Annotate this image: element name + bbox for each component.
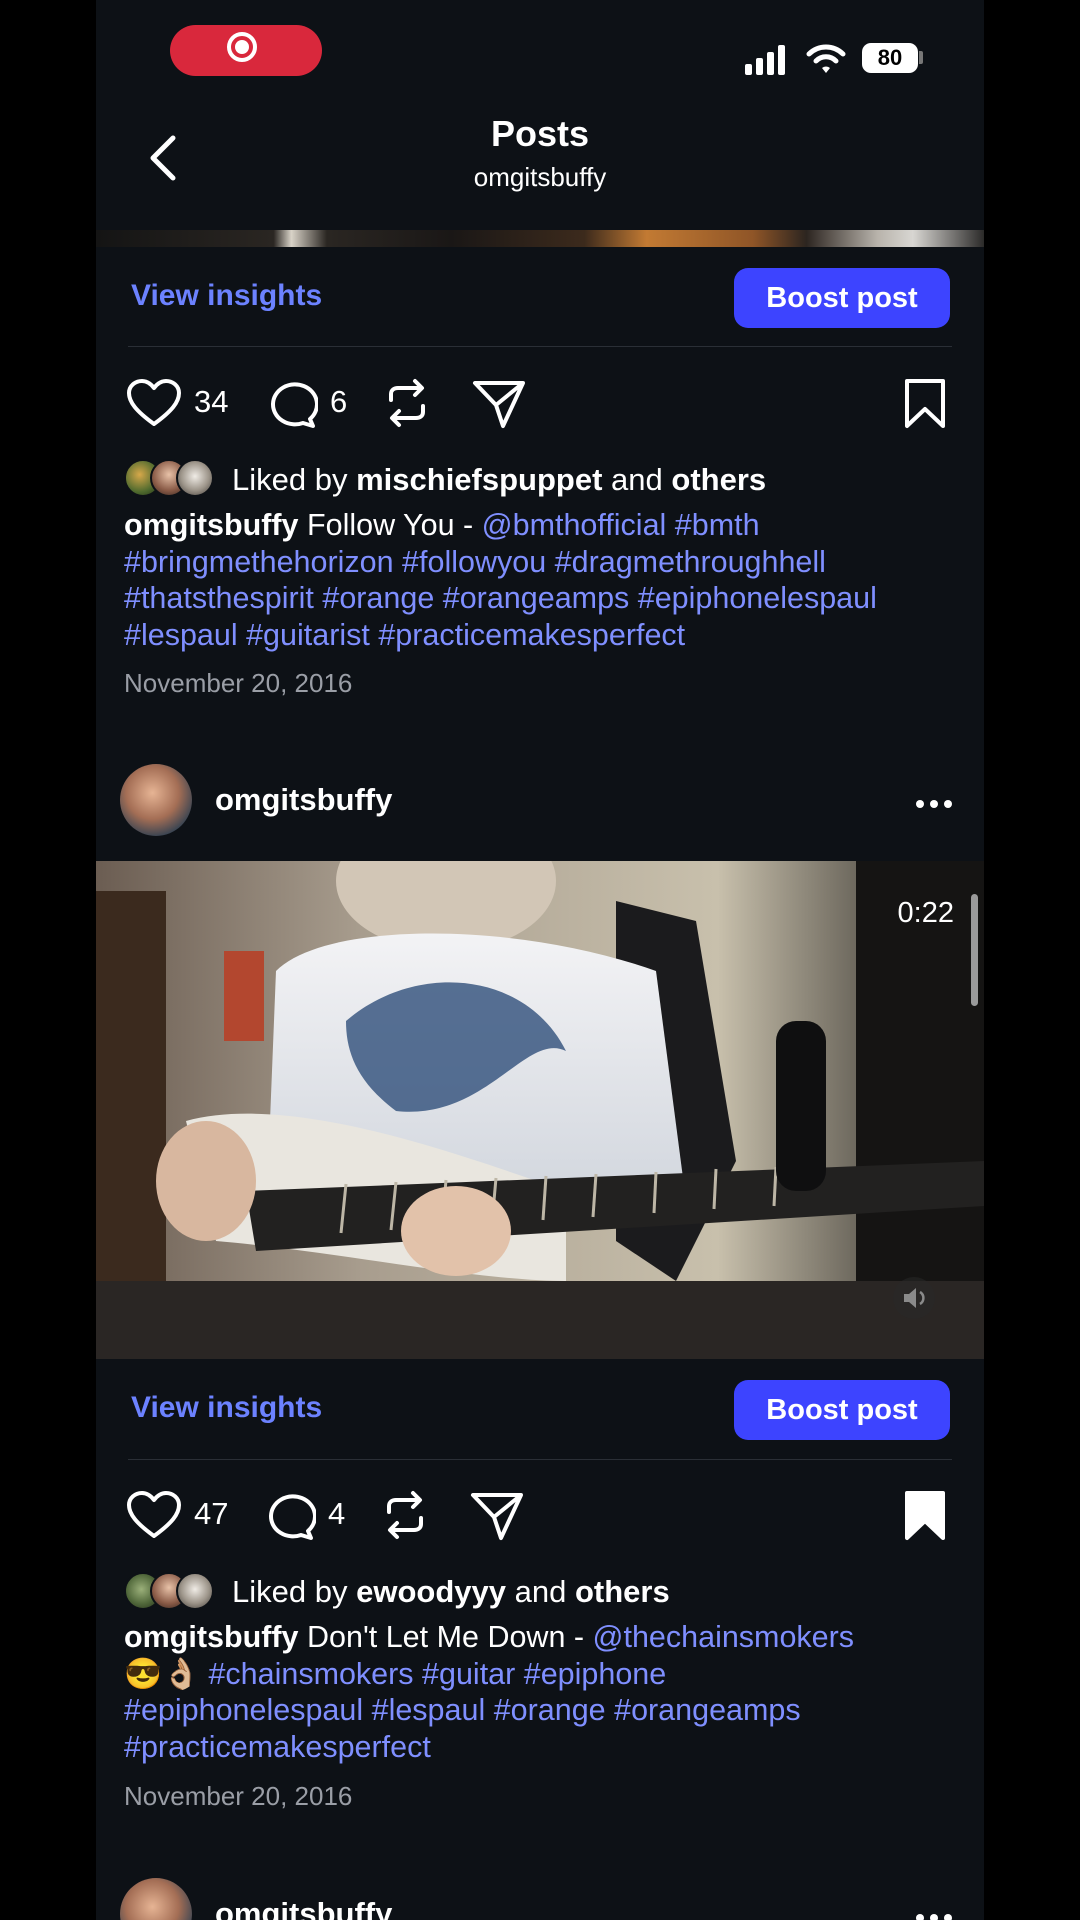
caption-tags[interactable]: #practicemakesperfect [124, 1729, 964, 1766]
battery-indicator: 80 [862, 43, 918, 73]
page-title: Posts [490, 113, 590, 154]
bookmark-saved-icon[interactable] [903, 1490, 947, 1542]
like-count: 47 [194, 1496, 229, 1531]
share-send-icon[interactable] [472, 378, 526, 430]
like-heart-icon[interactable] [126, 378, 182, 428]
caption-tags[interactable]: #thatsthespirit #orange #orangeamps #epi… [124, 580, 964, 617]
battery-nub [919, 51, 923, 64]
liked-by-prefix: Liked by [232, 462, 348, 497]
post-author-username[interactable]: omgitsbuffy [215, 1896, 392, 1920]
post-video[interactable] [96, 861, 984, 1359]
post-date: November 20, 2016 [124, 1781, 353, 1811]
post-caption: omgitsbuffy Follow You - @bmthofficial #… [124, 507, 964, 653]
like-count: 34 [194, 384, 229, 419]
liked-by-and: and [611, 462, 663, 497]
page-subtitle: omgitsbuffy [473, 162, 607, 192]
screen-recording-indicator[interactable] [170, 25, 322, 76]
liked-by-others[interactable]: others [671, 462, 766, 497]
divider [128, 1459, 952, 1460]
post-date: November 20, 2016 [124, 668, 353, 698]
more-options-icon[interactable] [916, 1909, 958, 1920]
comment-bubble-icon[interactable] [264, 1490, 316, 1542]
liked-by-text[interactable]: Liked by ewoodyyy and others [232, 1574, 670, 1610]
record-dot [235, 40, 249, 54]
more-options-icon[interactable] [916, 795, 958, 813]
liked-by-and: and [514, 1574, 567, 1609]
boost-post-button[interactable]: Boost post [734, 1380, 950, 1440]
video-frame [96, 861, 984, 1359]
caption-tags[interactable]: #bringmethehorizon #followyou #dragmethr… [124, 544, 964, 581]
divider [128, 346, 952, 347]
caption-username[interactable]: omgitsbuffy [124, 1620, 299, 1654]
like-heart-icon[interactable] [126, 1490, 182, 1540]
avatar [176, 1572, 214, 1610]
caption-emoji: 😎👌🏼 [124, 1656, 200, 1691]
liked-by-others[interactable]: others [575, 1574, 670, 1609]
caption-tags[interactable]: @bmthofficial #bmth [482, 508, 760, 542]
cellular-signal-icon [745, 45, 785, 75]
caption-tags[interactable]: #lespaul #guitarist #practicemakesperfec… [124, 617, 964, 654]
caption-mention[interactable]: @thechainsmokers [593, 1620, 855, 1654]
video-duration: 0:22 [897, 897, 954, 929]
liked-by-text[interactable]: Liked by mischiefspuppet and others [232, 462, 766, 498]
avatar [176, 459, 214, 497]
post-media-image[interactable] [96, 230, 984, 247]
scrollbar[interactable] [971, 894, 978, 1006]
repost-icon[interactable] [381, 1490, 429, 1540]
wifi-icon [806, 44, 846, 73]
post-author-username[interactable]: omgitsbuffy [215, 782, 392, 818]
post-caption: omgitsbuffy Don't Let Me Down - @thechai… [124, 1619, 964, 1765]
caption-tags[interactable]: #epiphonelespaul #lespaul #orange #orang… [124, 1692, 964, 1729]
speaker-volume-icon[interactable] [892, 1276, 936, 1320]
author-avatar[interactable] [120, 764, 192, 836]
share-send-icon[interactable] [470, 1490, 524, 1542]
comment-count: 4 [328, 1496, 346, 1531]
liked-by-user[interactable]: ewoodyyy [356, 1574, 506, 1609]
caption-text: Don't Let Me Down - [307, 1620, 585, 1654]
view-insights-link[interactable]: View insights [131, 1391, 322, 1425]
repost-icon[interactable] [383, 378, 431, 428]
caption-text: Follow You - [307, 508, 474, 542]
bookmark-save-icon[interactable] [903, 378, 947, 430]
author-avatar[interactable] [120, 1878, 192, 1920]
liker-avatars[interactable] [124, 1572, 214, 1612]
boost-post-button[interactable]: Boost post [734, 268, 950, 328]
comment-bubble-icon[interactable] [266, 378, 318, 430]
caption-username[interactable]: omgitsbuffy [124, 508, 299, 542]
caption-tags[interactable]: #chainsmokers #guitar #epiphone [208, 1657, 666, 1691]
liker-avatars[interactable] [124, 459, 214, 499]
view-insights-link[interactable]: View insights [131, 279, 322, 313]
liked-by-user[interactable]: mischiefspuppet [356, 462, 602, 497]
liked-by-prefix: Liked by [232, 1574, 348, 1609]
comment-count: 6 [330, 384, 348, 419]
app-screen: 80 Posts omgitsbuffy View insights Boost… [96, 0, 984, 1920]
